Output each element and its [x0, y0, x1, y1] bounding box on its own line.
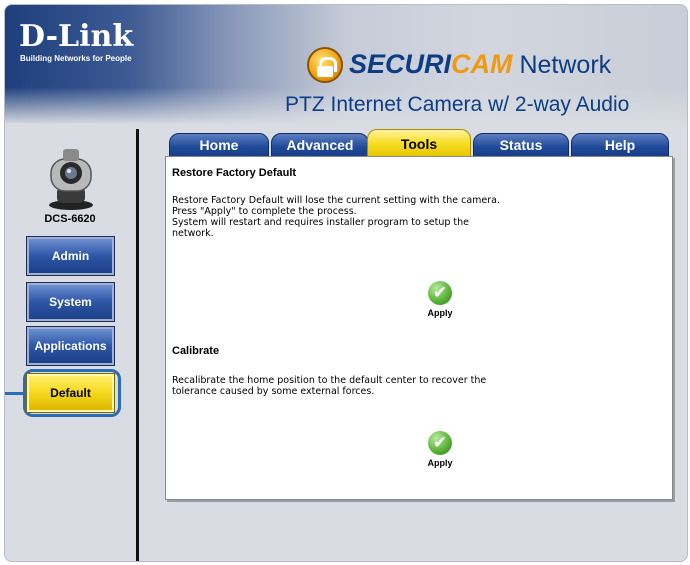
- restore-description: Restore Factory Default will lose the cu…: [172, 195, 572, 239]
- camera-icon: [49, 149, 93, 210]
- section-title-restore: Restore Factory Default: [172, 167, 297, 179]
- tab-status[interactable]: Status: [473, 133, 569, 157]
- product-name: SECURICAM Network: [349, 49, 611, 80]
- tab-help[interactable]: Help: [571, 133, 669, 157]
- restore-desc-line: Restore Factory Default will lose the cu…: [172, 195, 501, 206]
- camera-model: DCS-6620: [44, 213, 96, 225]
- sidebar-item-admin[interactable]: Admin: [26, 236, 115, 276]
- brand-tagline: Building Networks for People: [20, 54, 132, 63]
- restore-desc-line: System will restart and requires install…: [172, 217, 469, 228]
- checkmark-icon: ✔: [428, 281, 452, 305]
- tab-home[interactable]: Home: [169, 133, 269, 157]
- tab-tools[interactable]: Tools: [367, 129, 471, 157]
- product-subtitle: PTZ Internet Camera w/ 2-way Audio: [285, 93, 630, 116]
- calibrate-apply-button[interactable]: ✔ Apply: [410, 431, 470, 468]
- restore-apply-label: Apply: [427, 308, 453, 318]
- restore-apply-button[interactable]: ✔ Apply: [410, 281, 470, 318]
- calibrate-desc-line: tolerance caused by some external forces…: [172, 386, 375, 397]
- tab-advanced[interactable]: Advanced: [271, 133, 369, 157]
- callout-pointer: [5, 392, 23, 395]
- calibrate-apply-label: Apply: [427, 458, 453, 468]
- calibrate-description: Recalibrate the home position to the def…: [172, 375, 572, 397]
- checkmark-icon: ✔: [428, 431, 452, 455]
- sidebar-item-system[interactable]: System: [26, 282, 115, 322]
- restore-desc-line: network.: [172, 228, 214, 239]
- product-name-part1: SECURI: [349, 49, 452, 79]
- calibrate-desc-line: Recalibrate the home position to the def…: [172, 375, 487, 386]
- section-title-calibrate: Calibrate: [172, 345, 220, 357]
- sidebar-divider: [136, 129, 139, 561]
- tab-bar: Home Advanced Tools Status Help: [167, 129, 671, 157]
- sidebar-item-applications[interactable]: Applications: [26, 326, 115, 366]
- page-frame: D-Link Building Networks for People SECU…: [4, 4, 688, 562]
- restore-desc-line: Press "Apply" to complete the process.: [172, 206, 357, 217]
- sidebar-item-default[interactable]: Default: [26, 373, 115, 413]
- tools-panel: Restore Factory Default Restore Factory …: [165, 156, 673, 500]
- product-name-part2: CAM: [451, 49, 513, 79]
- product-name-part3: Network: [512, 51, 612, 79]
- lock-icon: [307, 47, 343, 83]
- brand-logo: D-Link: [19, 19, 134, 54]
